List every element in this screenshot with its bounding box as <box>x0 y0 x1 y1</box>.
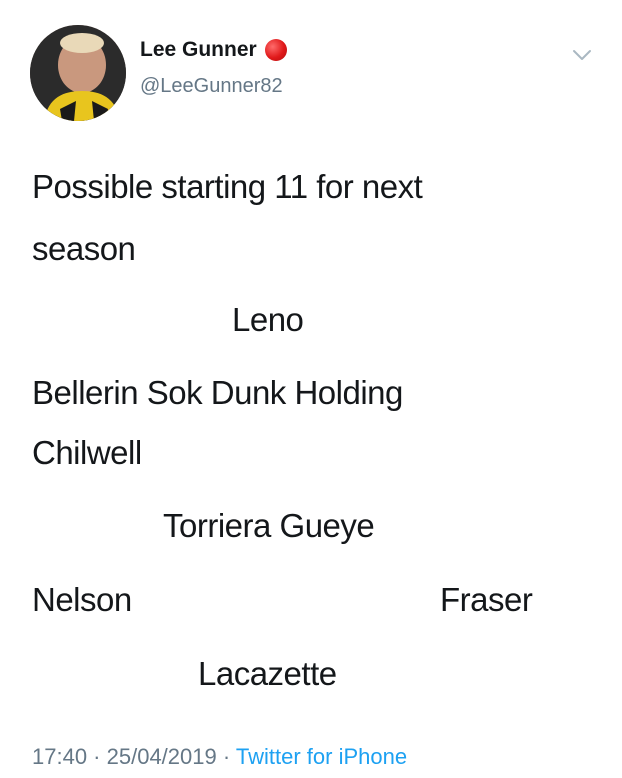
tweet: Lee Gunner @LeeGunner82 Possible startin… <box>0 0 622 778</box>
tweet-footer: 17:40 · 25/04/2019 · Twitter for iPhone <box>32 742 407 772</box>
avatar-photo <box>30 25 126 121</box>
tweet-time[interactable]: 17:40 <box>32 744 87 769</box>
separator: · <box>216 744 236 769</box>
tweet-text-line: Nelson <box>32 581 132 618</box>
tweet-date[interactable]: 25/04/2019 <box>107 744 217 769</box>
tweet-text-line: Leno <box>232 301 304 338</box>
display-name[interactable]: Lee Gunner <box>140 36 287 64</box>
red-circle-emoji-icon <box>264 39 287 61</box>
tweet-text-line: Torriera Gueye <box>163 507 375 544</box>
chevron-down-icon[interactable] <box>571 44 593 66</box>
avatar[interactable] <box>30 25 126 121</box>
user-handle[interactable]: @LeeGunner82 <box>140 73 283 99</box>
display-name-text[interactable]: Lee Gunner <box>140 36 257 64</box>
tweet-text-line: Possible starting 11 for next <box>32 168 423 205</box>
tweet-text-line: Fraser <box>440 581 533 618</box>
tweet-source-link[interactable]: Twitter for iPhone <box>236 744 407 769</box>
tweet-text-line: Chilwell <box>32 434 142 471</box>
tweet-text-line: Bellerin Sok Dunk Holding <box>32 374 403 411</box>
tweet-text-line: Lacazette <box>198 655 337 692</box>
separator: · <box>87 744 107 769</box>
tweet-text-line: season <box>32 230 136 267</box>
